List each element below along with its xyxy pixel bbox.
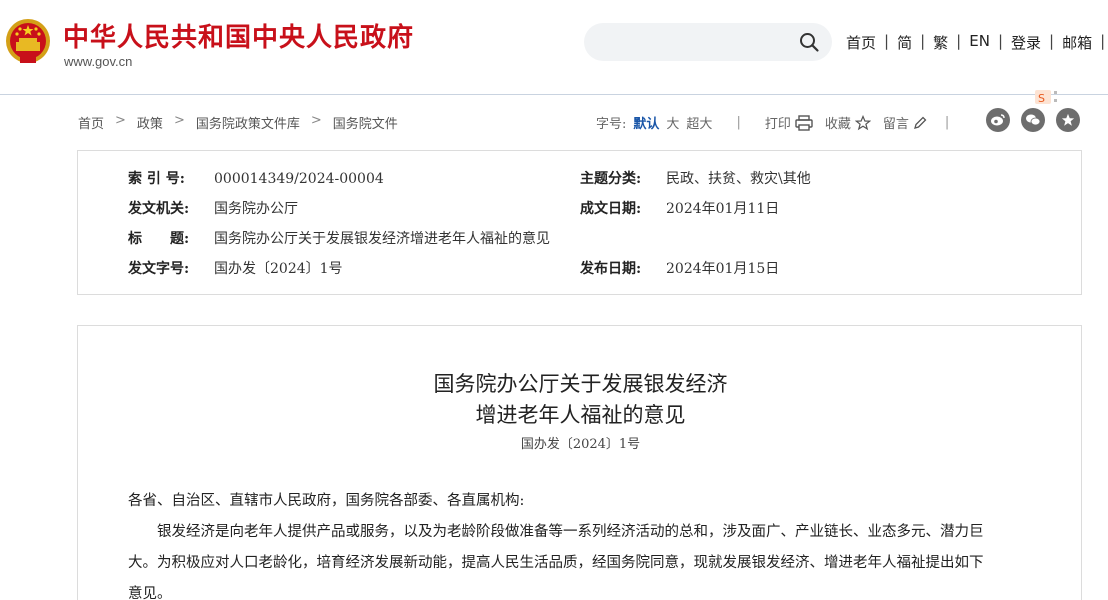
printer-icon[interactable]	[795, 114, 813, 131]
info-publish-date-value: 2024年01月15日	[666, 261, 780, 277]
site-title[interactable]: 中华人民共和国中央人民政府	[63, 17, 414, 54]
font-size-label: 字号:	[596, 117, 627, 132]
nav-separator: |	[1100, 32, 1106, 50]
info-doc-no-value: 国办发〔2024〕1号	[214, 261, 343, 277]
info-publish-date-label: 发布日期:	[580, 261, 642, 277]
font-size-default-button[interactable]: 默认	[633, 113, 659, 132]
info-written-date-value: 2024年01月11日	[666, 201, 780, 217]
info-index-value: 000014349/2024-00004	[214, 171, 384, 187]
nav-mail-link[interactable]: 邮箱	[1062, 32, 1092, 53]
info-title-value: 国务院办公厅关于发展银发经济增进老年人福祉的意见	[214, 231, 550, 247]
info-category-row: 主题分类: 民政、扶贫、救灾\其他	[580, 168, 811, 188]
breadcrumb-policy[interactable]: 政策	[137, 113, 163, 132]
info-publish-date-row: 发布日期: 2024年01月15日	[580, 258, 779, 278]
info-doc-no-label: 发文字号:	[128, 261, 190, 277]
breadcrumb-separator: >	[115, 113, 126, 128]
breadcrumb-home[interactable]: 首页	[78, 113, 104, 132]
font-size-large-button[interactable]: 大	[666, 113, 679, 132]
star-icon[interactable]	[854, 114, 871, 131]
tools-divider: |	[736, 115, 741, 130]
favorite-star-icon[interactable]	[1056, 108, 1080, 132]
article-paragraph-line: 意见。	[128, 586, 172, 600]
info-index-row: 索 引 号: 000014349/2024-00004	[128, 168, 384, 188]
info-issuer-value: 国务院办公厅	[214, 201, 298, 217]
article-tools: 字号: 默认 大 超大 | 打印 收藏 留言 |	[596, 113, 949, 132]
info-written-date-label: 成文日期:	[580, 201, 642, 217]
nav-separator: |	[920, 32, 926, 50]
pencil-icon[interactable]	[913, 116, 927, 130]
favorite-button[interactable]: 收藏	[825, 113, 851, 132]
floating-widget-icon[interactable]: S	[1034, 88, 1060, 108]
site-header: 中华人民共和国中央人民政府 www.gov.cn 首页 | 简 | 繁 | EN…	[0, 0, 1108, 95]
nav-login-link[interactable]: 登录	[1011, 32, 1041, 53]
article-title-line1: 国务院办公厅关于发展银发经济	[433, 372, 728, 396]
national-emblem-icon[interactable]	[4, 17, 52, 67]
wechat-icon[interactable]	[1021, 108, 1045, 132]
nav-english-link[interactable]: EN	[969, 32, 990, 53]
search-input[interactable]	[584, 23, 832, 61]
nav-separator: |	[956, 32, 962, 50]
info-issuer-row: 发文机关: 国务院办公厅	[128, 198, 298, 218]
breadcrumb: 首页 > 政策 > 国务院政策文件库 > 国务院文件	[78, 113, 398, 132]
nav-separator: |	[997, 32, 1003, 50]
nav-separator: |	[884, 32, 890, 50]
article-doc-number: 国办发〔2024〕1号	[520, 437, 641, 452]
breadcrumb-policy-library[interactable]: 国务院政策文件库	[196, 113, 300, 132]
info-index-label: 索 引 号:	[128, 171, 185, 187]
info-category-label: 主题分类:	[580, 171, 642, 187]
info-title-row: 标 题: 国务院办公厅关于发展银发经济增进老年人福祉的意见	[128, 228, 550, 248]
print-button[interactable]: 打印	[765, 113, 791, 132]
document-info-panel: 索 引 号: 000014349/2024-00004 主题分类: 民政、扶贫、救灾…	[77, 150, 1082, 295]
breadcrumb-state-council-docs[interactable]: 国务院文件	[333, 113, 398, 132]
tools-divider: |	[944, 115, 950, 130]
article-title-line2: 增进老年人福祉的意见	[475, 403, 686, 427]
info-written-date-row: 成文日期: 2024年01月11日	[580, 198, 779, 218]
article-paragraph-line: 银发经济是向老年人提供产品或服务，以及为老龄阶段做准备等一系列经济活动的总和，涉…	[128, 524, 984, 540]
weibo-icon[interactable]	[986, 108, 1010, 132]
top-nav: 首页 | 简 | 繁 | EN | 登录 | 邮箱 |	[846, 32, 1108, 53]
share-icons	[986, 108, 1091, 132]
nav-separator: |	[1049, 32, 1055, 50]
svg-text:S: S	[1038, 92, 1045, 105]
article-salutation: 各省、自治区、直辖市人民政府，国务院各部委、各直属机构:	[128, 493, 525, 509]
article-paragraph-line: 大。为积极应对人口老龄化，培育经济发展新动能，提高人民生活品质，经国务院同意，现…	[128, 555, 984, 571]
info-category-value: 民政、扶贫、救灾\其他	[666, 171, 811, 187]
nav-simplified-link[interactable]: 简	[897, 32, 912, 53]
nav-traditional-link[interactable]: 繁	[933, 32, 948, 53]
info-issuer-label: 发文机关:	[128, 201, 190, 217]
site-url[interactable]: www.gov.cn	[64, 54, 132, 69]
comment-button[interactable]: 留言	[883, 113, 909, 132]
nav-home-link[interactable]: 首页	[846, 32, 876, 53]
breadcrumb-separator: >	[173, 113, 185, 128]
font-size-xlarge-button[interactable]: 超大	[686, 113, 712, 132]
breadcrumb-separator: >	[310, 113, 322, 128]
search-icon[interactable]	[798, 31, 820, 53]
info-doc-no-row: 发文字号: 国办发〔2024〕1号	[128, 258, 343, 278]
article-body: 国务院办公厅关于发展银发经济 增进老年人福祉的意见 国办发〔2024〕1号 各省…	[77, 325, 1082, 600]
info-title-label: 标 题:	[128, 231, 190, 247]
